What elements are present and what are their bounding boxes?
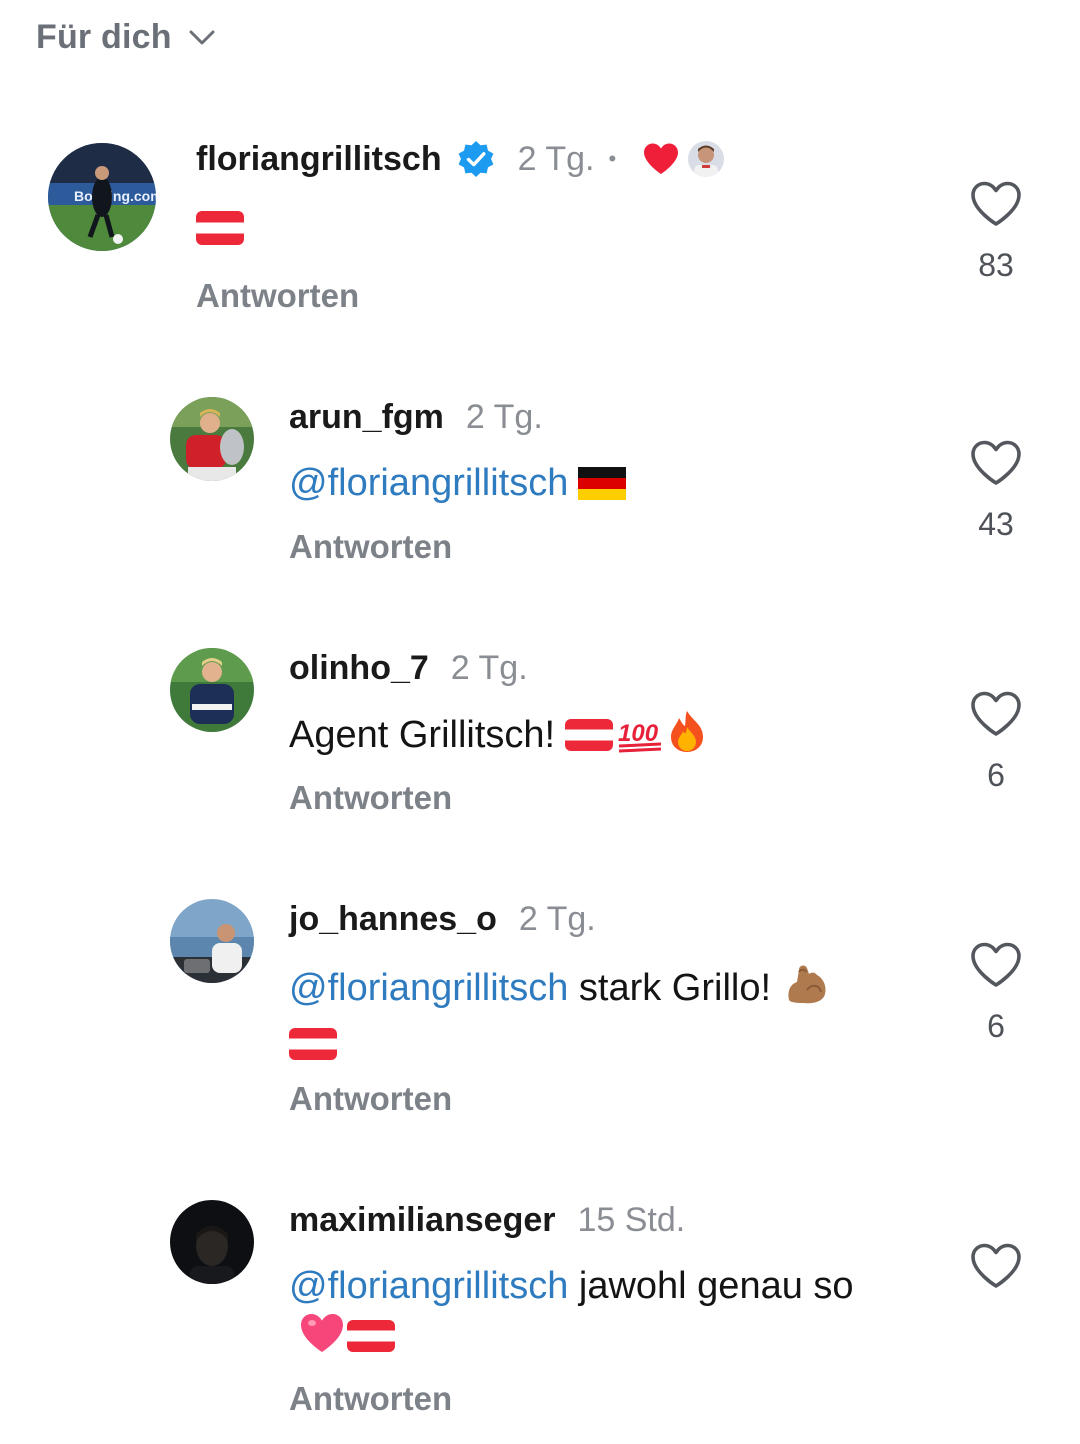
comment-mention[interactable]: @floriangrillitsch — [289, 1265, 568, 1307]
flag-germany-emoji — [578, 464, 626, 514]
feed-filter-dropdown[interactable]: Für dich — [36, 14, 218, 60]
comment-body: Agent Grillitsch! — [289, 714, 555, 756]
heart-outline-icon[interactable] — [970, 690, 1022, 738]
comment-text: @floriangrillitsch — [289, 458, 909, 514]
comment-text: @floriangrillitsch jawohl genau so — [289, 1261, 889, 1367]
verified-badge-icon — [456, 139, 496, 179]
comment-body: jawohl genau so — [568, 1265, 853, 1307]
like-count: 6 — [956, 1008, 1036, 1045]
like-count: 43 — [956, 506, 1036, 543]
hundred-points-emoji: 100 — [617, 713, 663, 766]
like-count: 83 — [956, 247, 1036, 284]
flexed-biceps-emoji — [783, 960, 829, 1019]
heart-outline-icon[interactable] — [970, 439, 1022, 487]
avatar[interactable] — [170, 1200, 254, 1284]
flag-austria-emoji — [196, 209, 244, 260]
comment-username[interactable]: maximilianseger — [289, 1201, 555, 1240]
reply-button[interactable]: Antworten — [196, 277, 359, 315]
heart-outline-icon[interactable] — [970, 941, 1022, 989]
pink-heart-emoji — [299, 1312, 345, 1367]
avatar[interactable] — [170, 397, 254, 481]
comment-body: stark Grillo! — [568, 967, 771, 1009]
avatar[interactable] — [170, 899, 254, 983]
comment-username[interactable]: arun_fgm — [289, 398, 444, 437]
comment-mention[interactable]: @floriangrillitsch — [289, 967, 568, 1009]
creator-liked-heart-icon — [642, 142, 680, 176]
comment-time: 2 Tg. — [519, 900, 596, 939]
fire-emoji — [667, 709, 707, 766]
avatar[interactable]: Booking.com — [48, 143, 156, 251]
comment-mention[interactable]: @floriangrillitsch — [289, 462, 568, 504]
feed-filter-label: Für dich — [36, 18, 172, 57]
comment-time: 2 Tg. — [518, 140, 595, 179]
reply-button[interactable]: Antworten — [289, 528, 452, 566]
avatar[interactable] — [170, 648, 254, 732]
meta-separator: • — [608, 146, 616, 172]
comment-text: @floriangrillitsch stark Grillo! — [289, 960, 909, 1075]
heart-outline-icon[interactable] — [970, 180, 1022, 228]
reply-button[interactable]: Antworten — [289, 1380, 452, 1418]
creator-avatar — [688, 141, 724, 177]
svg-text:Booking.com: Booking.com — [74, 188, 156, 204]
reply-button[interactable]: Antworten — [289, 1080, 452, 1118]
heart-outline-icon[interactable] — [970, 1242, 1022, 1290]
comment-time: 15 Std. — [577, 1201, 685, 1240]
comment-username[interactable]: olinho_7 — [289, 649, 429, 688]
like-count: 6 — [956, 757, 1036, 794]
reply-button[interactable]: Antworten — [289, 779, 452, 817]
comment-username[interactable]: jo_hannes_o — [289, 900, 497, 939]
comment-text: Agent Grillitsch! 100 — [289, 709, 909, 766]
flag-austria-emoji — [565, 716, 613, 766]
comment-time: 2 Tg. — [451, 649, 528, 688]
chevron-down-icon — [186, 21, 218, 53]
flag-austria-emoji — [347, 1317, 395, 1367]
comment-username[interactable]: floriangrillitsch — [196, 140, 442, 179]
flag-austria-emoji — [289, 1025, 337, 1075]
comment-text — [196, 204, 816, 260]
comment-time: 2 Tg. — [466, 398, 543, 437]
